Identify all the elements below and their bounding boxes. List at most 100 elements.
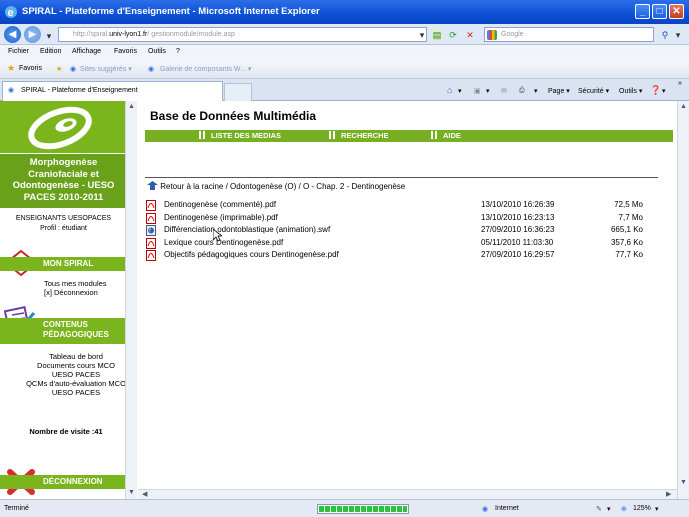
mail-icon[interactable]: ✉ (501, 87, 507, 95)
file-name[interactable]: Lexique cours Dentinogenèse.pdf (164, 238, 283, 247)
pdf-file-icon (146, 212, 156, 224)
all-modules-link[interactable]: Tous mes modules (44, 279, 107, 288)
spiral-logo-icon (28, 106, 92, 150)
contenus-label: CONTENUS PÉDAGOGIQUES (43, 320, 109, 340)
nav-liste-medias[interactable]: LISTE DES MEDIAS (199, 131, 281, 140)
file-size: 72,5 Mo (614, 200, 643, 209)
svg-text:e: e (8, 7, 14, 19)
home-icon[interactable]: ⌂ (447, 85, 452, 95)
security-menu[interactable]: Sécurité ▾ (578, 87, 609, 95)
new-tab-button[interactable] (224, 83, 252, 101)
address-toolbar: ◀ ▶ ▾ http://spiral.univ-lyon1.fr/ gesti… (0, 24, 689, 45)
close-button[interactable]: ✕ (669, 4, 684, 19)
sidebar-scrollbar[interactable]: ▲ ▼ (125, 101, 137, 499)
home-dropdown-icon[interactable]: ▾ (458, 87, 462, 95)
address-dropdown-icon[interactable]: ▾ (416, 29, 428, 41)
tab-bar: ◉ SPIRAL - Plateforme d'Enseignement ⌂ ▾… (0, 79, 689, 101)
scroll-right-icon[interactable]: ▶ (666, 490, 671, 499)
menu-favoris[interactable]: Favoris (114, 48, 137, 55)
feeds-dropdown-icon[interactable]: ▾ (486, 87, 490, 95)
file-row[interactable]: Objectifs pédagogiques cours Dentinogenè… (145, 249, 655, 262)
refresh-icon[interactable]: ⟳ (447, 29, 459, 41)
breadcrumb-text[interactable]: Retour à la racine / Odontogenèse (O) / … (160, 182, 405, 191)
mon-spiral-list: Tous mes modules [x] Déconnexion (44, 279, 107, 297)
menu-help[interactable]: ? (176, 48, 180, 55)
main-scroll-down-icon[interactable]: ▼ (678, 477, 689, 488)
status-text: Terminé (4, 505, 29, 512)
zoom-level[interactable]: 125% (633, 505, 651, 512)
file-name[interactable]: Dentinogenèse (commenté).pdf (164, 200, 276, 209)
chevron-more-icon[interactable]: » (678, 80, 682, 87)
mouse-cursor-icon (213, 229, 222, 242)
qcm-link[interactable]: QCMs d'auto-évaluation MCO UESO PACES (26, 379, 126, 397)
protected-mode-dropdown-icon[interactable]: ▾ (607, 505, 611, 513)
profile-label: Profil : étudiant (40, 225, 87, 232)
file-row[interactable]: Dentinogenèse (commenté).pdf 13/10/2010 … (145, 199, 655, 212)
forward-button[interactable]: ▶ (24, 26, 41, 43)
nav-aide[interactable]: AIDE (431, 131, 461, 140)
menu-fichier[interactable]: Fichier (8, 48, 29, 55)
scroll-left-icon[interactable]: ◀ (142, 490, 147, 499)
file-size: 357,6 Ko (610, 237, 643, 247)
favorites-button[interactable]: Favoris (19, 65, 42, 72)
url-domain: univ-lyon1.fr (109, 31, 148, 38)
menu-outils[interactable]: Outils (148, 48, 166, 55)
url-prefix: http://spiral. (73, 31, 110, 38)
breadcrumb-divider (145, 177, 658, 178)
print-icon[interactable]: ⎙ (519, 87, 525, 95)
protected-mode-icon[interactable]: ✎ (596, 505, 602, 513)
up-folder-icon (147, 181, 158, 190)
role-label: ENSEIGNANTS UESOPACES (15, 215, 112, 222)
stop-icon[interactable]: ✕ (464, 29, 476, 41)
user-role: ENSEIGNANTS UESOPACES Profil : étudiant (0, 214, 127, 234)
search-input[interactable]: Google (484, 27, 654, 42)
favorites-bar: ★ Favoris ★ ◉ Sites suggérés ▾ ◉ Galerie… (0, 60, 689, 79)
documents-cours-link[interactable]: Documents cours MCO UESO PACES (26, 361, 126, 379)
breadcrumb[interactable]: Retour à la racine / Odontogenèse (O) / … (147, 181, 405, 191)
history-dropdown-icon[interactable]: ▾ (43, 30, 55, 42)
minimize-button[interactable]: _ (635, 4, 650, 19)
dashboard-link[interactable]: Tableau de bord (26, 352, 126, 361)
menu-edition[interactable]: Edition (40, 48, 61, 55)
sidebar-scroll-up-icon[interactable]: ▲ (126, 101, 137, 112)
suggested-sites-link[interactable]: Sites suggérés ▾ (80, 65, 132, 73)
file-name[interactable]: Différenciation odontoblastique (animati… (164, 225, 330, 234)
help-menu[interactable]: ▾ (662, 87, 666, 95)
compatibility-icon[interactable]: ▤ (431, 29, 443, 41)
file-row[interactable]: Dentinogenèse (imprimable).pdf 13/10/201… (145, 212, 655, 225)
file-name[interactable]: Objectifs pédagogiques cours Dentinogenè… (164, 250, 339, 259)
address-input[interactable]: http://spiral.univ-lyon1.fr/ gestionmodu… (58, 27, 427, 42)
logout-link[interactable]: [x] Déconnexion (44, 288, 107, 297)
page-menu[interactable]: Page ▾ (548, 87, 570, 95)
zoom-dropdown-icon[interactable]: ▾ (655, 505, 659, 513)
back-button[interactable]: ◀ (4, 26, 21, 43)
pdf-file-icon (146, 237, 156, 249)
file-size: 665,1 Ko (610, 225, 643, 234)
feeds-icon[interactable]: ▣ (474, 87, 481, 95)
zoom-icon[interactable]: ⊕ (621, 505, 627, 513)
print-dropdown-icon[interactable]: ▾ (534, 87, 538, 95)
contenus-label-line1: CONTENUS (43, 320, 88, 329)
maximize-button[interactable]: □ (652, 4, 667, 19)
tab-label: SPIRAL - Plateforme d'Enseignement (21, 87, 138, 94)
search-dropdown-icon[interactable]: ▾ (672, 29, 684, 41)
main-scroll-up-icon[interactable]: ▲ (678, 101, 689, 112)
tab-spiral[interactable]: ◉ SPIRAL - Plateforme d'Enseignement (2, 81, 223, 101)
nav-recherche-label: RECHERCHE (341, 131, 389, 140)
page-content: Morphogenèse Craniofaciale et Odontogenè… (0, 101, 689, 499)
menu-affichage[interactable]: Affichage (72, 48, 101, 55)
help-icon[interactable]: ❓ (650, 85, 661, 96)
loading-progress-bar (317, 504, 409, 514)
add-favorite-icon[interactable]: ★ (56, 65, 62, 73)
nav-recherche[interactable]: RECHERCHE (329, 131, 389, 140)
deconnexion-heading[interactable]: DÉCONNEXION (0, 475, 127, 489)
web-slice-gallery-link[interactable]: Galerie de composants W... ▾ (160, 65, 251, 73)
tools-menu[interactable]: Outils ▾ (619, 87, 642, 95)
search-icon[interactable]: ⚲ (659, 29, 671, 41)
main-scrollbar[interactable]: ▲ ▼ (677, 101, 689, 499)
file-name[interactable]: Dentinogenèse (imprimable).pdf (164, 213, 278, 222)
status-bar: Terminé ◉ Internet ✎ ▾ ⊕ 125% ▾ (0, 499, 689, 517)
horizontal-scrollbar[interactable]: ◀ ▶ (138, 489, 677, 499)
course-title: Morphogenèse Craniofaciale et Odontogenè… (0, 153, 127, 208)
sidebar-scroll-down-icon[interactable]: ▼ (126, 487, 137, 498)
